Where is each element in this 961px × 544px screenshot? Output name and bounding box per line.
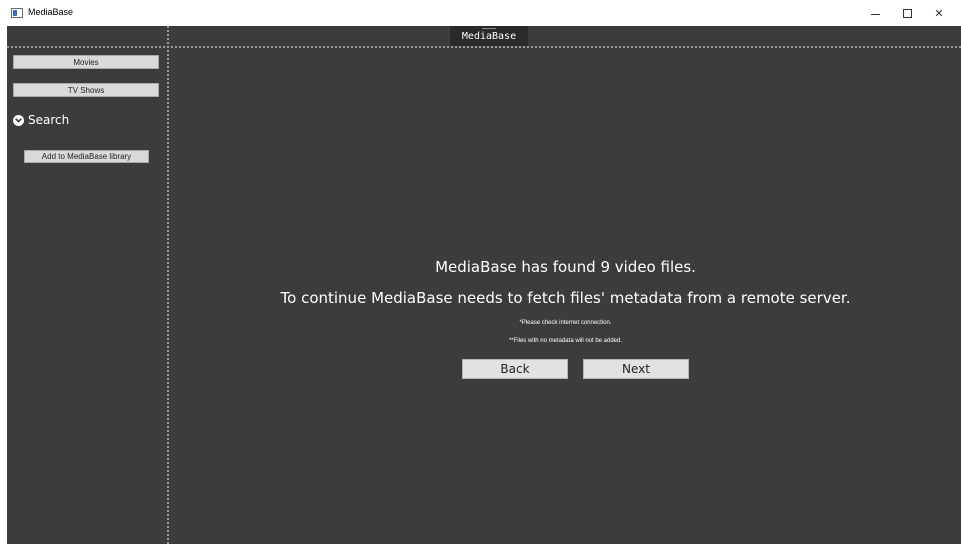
next-button[interactable]: Next (583, 359, 689, 379)
add-to-library-button[interactable]: Add to MediaBase library (24, 150, 149, 163)
main-panel: MediaBase has found 9 video files. To co… (170, 48, 961, 544)
close-button[interactable]: ✕ (925, 0, 953, 26)
brand-label: MediaBase (461, 30, 517, 42)
close-icon: ✕ (934, 6, 944, 20)
sidebar-divider (167, 26, 169, 544)
tv-shows-button[interactable]: TV Shows (13, 83, 159, 97)
maximize-button[interactable] (893, 0, 921, 26)
internet-note: *Please check internet connection. (519, 320, 612, 326)
minimize-button[interactable] (861, 0, 889, 26)
sidebar: Movies TV Shows Search Add to MediaBase … (7, 48, 166, 544)
window-title: MediaBase (28, 7, 74, 17)
found-message: MediaBase has found 9 video files. (435, 258, 696, 276)
movies-button[interactable]: Movies (13, 55, 159, 69)
app-icon (11, 8, 23, 18)
search-label: Search (28, 113, 70, 127)
window-titlebar: MediaBase ✕ (0, 0, 961, 26)
minimize-icon (870, 13, 880, 15)
chevron-down-icon (13, 114, 24, 126)
maximize-icon (902, 8, 912, 18)
back-button[interactable]: Back (462, 359, 568, 379)
metadata-note: **Files with no metadata will not be add… (508, 338, 623, 344)
brand-header[interactable]: MediaBase (450, 26, 528, 46)
header-strip: MediaBase (7, 26, 961, 46)
search-expander[interactable]: Search (13, 112, 69, 128)
fetch-message: To continue MediaBase needs to fetch fil… (280, 289, 851, 307)
app-client-area: MediaBase Movies TV Shows Search Add to … (7, 26, 961, 544)
